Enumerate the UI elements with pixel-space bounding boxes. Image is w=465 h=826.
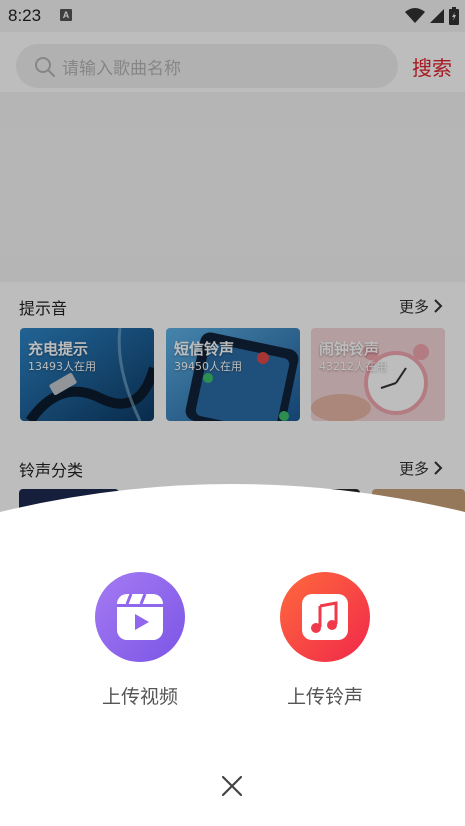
upload-ringtone-button[interactable]: 上传铃声 <box>250 572 400 712</box>
close-icon <box>221 775 243 797</box>
close-button[interactable] <box>212 766 252 806</box>
upload-ringtone-label: 上传铃声 <box>286 686 363 708</box>
upload-video-icon-circle <box>95 572 185 662</box>
upload-video-button[interactable]: 上传视频 <box>65 572 215 712</box>
upload-video-label: 上传视频 <box>101 686 178 708</box>
upload-ringtone-icon-circle <box>280 572 370 662</box>
video-reel-icon <box>117 593 163 640</box>
app-screen: 8:23 A 请输入歌曲名称 搜索 提示音 更多 充电提示 13493人在用 短… <box>0 0 465 826</box>
upload-bottom-sheet: 上传视频 上传铃声 <box>0 484 465 826</box>
music-note-icon <box>302 594 348 640</box>
